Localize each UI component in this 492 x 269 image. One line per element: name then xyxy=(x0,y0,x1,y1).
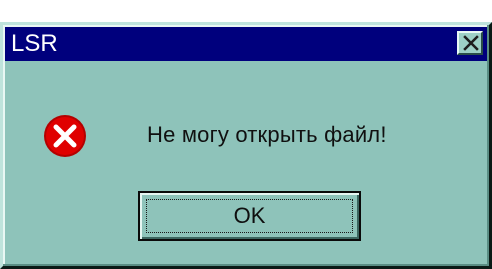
close-button[interactable] xyxy=(457,31,483,55)
close-icon xyxy=(463,35,479,51)
error-message: Не могу открыть файл! xyxy=(147,122,387,147)
titlebar[interactable]: LSR xyxy=(5,27,487,61)
ok-button-label: OK xyxy=(233,203,266,228)
window-title: LSR xyxy=(11,30,58,57)
ok-button[interactable]: OK xyxy=(138,191,361,241)
error-icon xyxy=(44,115,86,157)
error-dialog: LSR Не могу открыть файл! OK xyxy=(0,22,492,269)
